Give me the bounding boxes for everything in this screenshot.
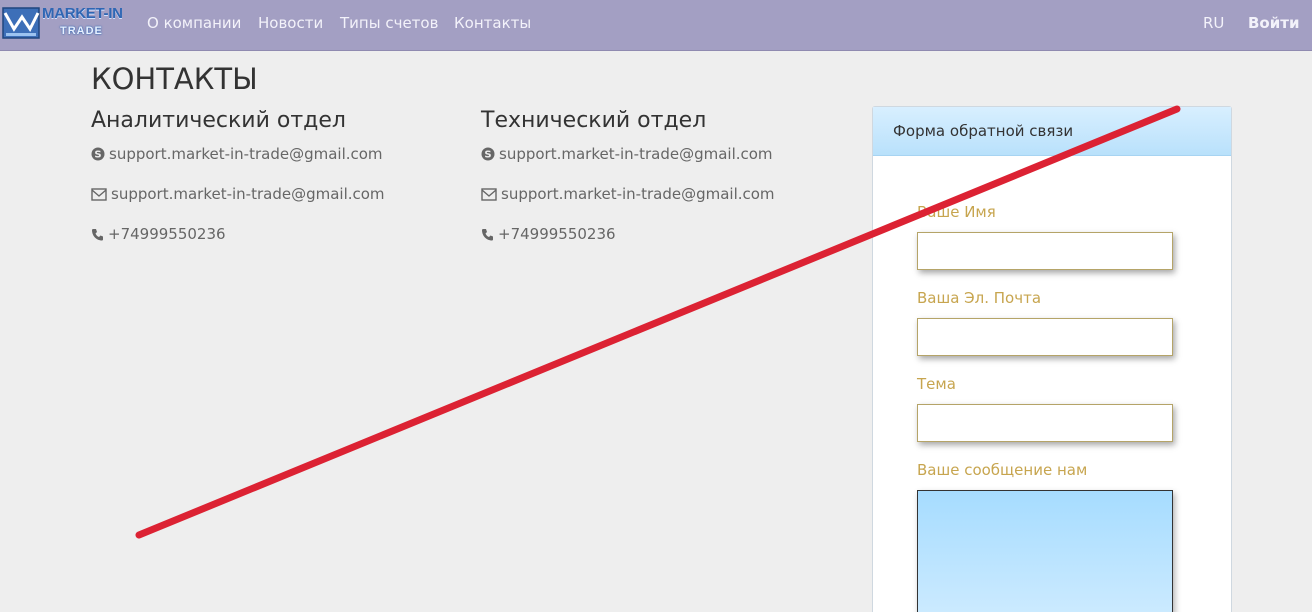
nav-link-about[interactable]: О компании (147, 14, 241, 32)
svg-text:S: S (484, 150, 491, 161)
skype-icon: S (91, 147, 105, 161)
brand-name: MARKET-IN (42, 5, 123, 22)
skype-address: support.market-in-trade@gmail.com (499, 145, 773, 163)
phone-contact-analytics[interactable]: +74999550236 (91, 225, 226, 243)
phone-icon (92, 229, 103, 241)
subject-input[interactable] (917, 404, 1173, 442)
email-label: Ваша Эл. Почта (917, 289, 1042, 307)
brand-logo[interactable]: MARKET-IN TRADE (2, 3, 126, 45)
phone-contact-technical[interactable]: +74999550236 (481, 225, 616, 243)
skype-contact-technical[interactable]: S support.market-in-trade@gmail.com (481, 145, 773, 163)
message-label: Ваше сообщение нам (917, 461, 1088, 479)
nav-link-news[interactable]: Новости (258, 14, 323, 32)
phone-number: +74999550236 (108, 225, 226, 243)
phone-number: +74999550236 (498, 225, 616, 243)
top-navbar: MARKET-IN TRADE О компании Новости Типы … (0, 0, 1312, 51)
subject-label: Тема (917, 375, 956, 393)
skype-address: support.market-in-trade@gmail.com (109, 145, 383, 163)
envelope-icon (481, 188, 497, 201)
feedback-form-panel: Форма обратной связи Ваше Имя Ваша Эл. П… (872, 106, 1232, 612)
feedback-form-heading: Форма обратной связи (873, 107, 1231, 156)
envelope-icon (91, 188, 107, 201)
language-switch[interactable]: RU (1203, 14, 1224, 32)
email-input[interactable] (917, 318, 1173, 356)
name-label: Ваше Имя (917, 203, 996, 221)
name-input[interactable] (917, 232, 1173, 270)
department-title-technical: Технический отдел (481, 108, 707, 133)
department-title-analytics: Аналитический отдел (91, 108, 346, 133)
message-textarea[interactable] (917, 490, 1173, 612)
skype-contact-analytics[interactable]: S support.market-in-trade@gmail.com (91, 145, 383, 163)
logo-mark-icon (2, 7, 40, 39)
email-address: support.market-in-trade@gmail.com (111, 185, 385, 203)
email-contact-analytics[interactable]: support.market-in-trade@gmail.com (91, 185, 385, 203)
nav-link-account-types[interactable]: Типы счетов (340, 14, 438, 32)
nav-link-contacts[interactable]: Контакты (454, 14, 531, 32)
page-title: КОНТАКТЫ (91, 62, 258, 96)
email-address: support.market-in-trade@gmail.com (501, 185, 775, 203)
login-link[interactable]: Войти (1248, 14, 1299, 32)
email-contact-technical[interactable]: support.market-in-trade@gmail.com (481, 185, 775, 203)
svg-text:S: S (94, 150, 101, 161)
skype-icon: S (481, 147, 495, 161)
brand-subtitle: TRADE (60, 25, 103, 37)
phone-icon (482, 229, 493, 241)
